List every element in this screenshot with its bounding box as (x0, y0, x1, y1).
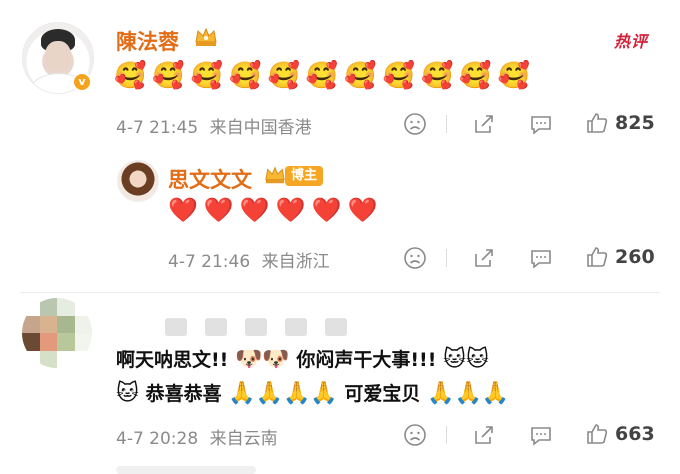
cat-emoji: 🐱 (116, 381, 139, 406)
reply-meta: 4-7 21:46 来自浙江 (168, 247, 330, 272)
comment-text: 啊天呐思文!! (116, 349, 229, 371)
share-icon[interactable] (472, 112, 496, 136)
heart-emoji: ❤️ (168, 196, 198, 224)
thumbs-up-icon (587, 247, 608, 267)
heart-emoji: ❤️ (203, 196, 234, 224)
smiling-hearts-emoji: 🥰 (497, 61, 531, 91)
comment-text: 你闷声干大事!!! (296, 349, 437, 371)
smiling-hearts-emoji: 🥰 (459, 61, 492, 91)
timestamp: 4-7 21:46 (168, 252, 251, 272)
smiling-hearts-emoji: 🥰 (190, 61, 224, 91)
crown-icon (265, 166, 285, 184)
divider (446, 249, 447, 267)
pray-emoji: 🙏🙏🙏 (427, 381, 510, 406)
divider (446, 115, 447, 133)
section-divider (20, 292, 660, 293)
smiling-hearts-emoji: 🥰 (267, 61, 300, 91)
smiling-hearts-emoji: 🥰 (382, 61, 415, 91)
timestamp: 4-7 20:28 (116, 429, 199, 449)
heart-emoji: ❤️ (239, 196, 270, 224)
like-count: 260 (615, 246, 655, 268)
heart-emoji: ❤️ (275, 196, 306, 224)
divider (446, 426, 447, 444)
thumbs-up-icon (587, 424, 608, 444)
hot-comment-badge: 热评 (614, 32, 649, 51)
smiling-hearts-emoji: 🥰 (114, 61, 147, 91)
pray-emoji: 🙏🙏🙏🙏 (228, 381, 338, 406)
comment-text: 恭喜恭喜 (145, 383, 222, 405)
comment-username[interactable]: 陳法蓉 (116, 26, 179, 56)
author-tag: 博主 (285, 166, 324, 186)
smiling-hearts-emoji: 🥰 (421, 61, 454, 91)
share-icon[interactable] (472, 423, 496, 447)
like-count: 825 (615, 112, 655, 134)
like-button[interactable]: 825 (585, 111, 655, 135)
comment-text: 可爱宝贝 (344, 383, 421, 405)
comment-bubble-icon[interactable] (529, 112, 553, 136)
location: 来自浙江 (261, 252, 330, 272)
avatar[interactable] (117, 160, 159, 202)
frown-face-icon[interactable] (403, 423, 427, 447)
smiling-hearts-emoji: 🥰 (305, 61, 339, 91)
verified-badge-icon: v (72, 72, 92, 92)
heart-emoji: ❤️ (347, 196, 378, 224)
dog-emoji: 🐶🐶 (234, 347, 290, 372)
comment-meta: 4-7 20:28 来自云南 (116, 424, 278, 449)
cat-emoji: 🐱🐱 (443, 347, 489, 372)
smiling-hearts-emoji: 🥰 (229, 61, 262, 91)
frown-face-icon[interactable] (403, 112, 427, 136)
comment-content: 🥰 🥰 🥰 🥰 🥰 🥰 🥰 🥰 🥰 🥰 🥰 (114, 60, 530, 92)
location: 来自云南 (209, 429, 278, 449)
like-button[interactable]: 260 (585, 245, 655, 269)
comment-bubble-icon[interactable] (529, 246, 553, 270)
reply-username[interactable]: 思文文文 (168, 164, 252, 194)
smiling-hearts-emoji: 🥰 (152, 61, 185, 91)
reply-content: ❤️ ❤️ ❤️ ❤️ ❤️ ❤️ (168, 194, 377, 226)
location: 来自中国香港 (209, 118, 312, 138)
crown-icon (195, 27, 217, 46)
comment-meta: 4-7 21:45 来自中国香港 (116, 113, 312, 138)
avatar[interactable] (22, 298, 92, 368)
share-icon[interactable] (472, 246, 496, 270)
like-button[interactable]: 663 (585, 422, 655, 446)
thumbs-up-icon (587, 113, 608, 133)
frown-face-icon[interactable] (403, 246, 427, 270)
heart-emoji: ❤️ (311, 196, 342, 224)
like-count: 663 (615, 423, 655, 445)
timestamp: 4-7 21:45 (116, 118, 199, 138)
smiling-hearts-emoji: 🥰 (344, 61, 377, 91)
comment-content: 啊天呐思文!! 🐶🐶 你闷声干大事!!! 🐱🐱 🐱 恭喜恭喜 🙏🙏🙏🙏 可爱宝贝… (116, 343, 656, 411)
blurred-username (165, 318, 347, 336)
comment-bubble-icon[interactable] (529, 423, 553, 447)
